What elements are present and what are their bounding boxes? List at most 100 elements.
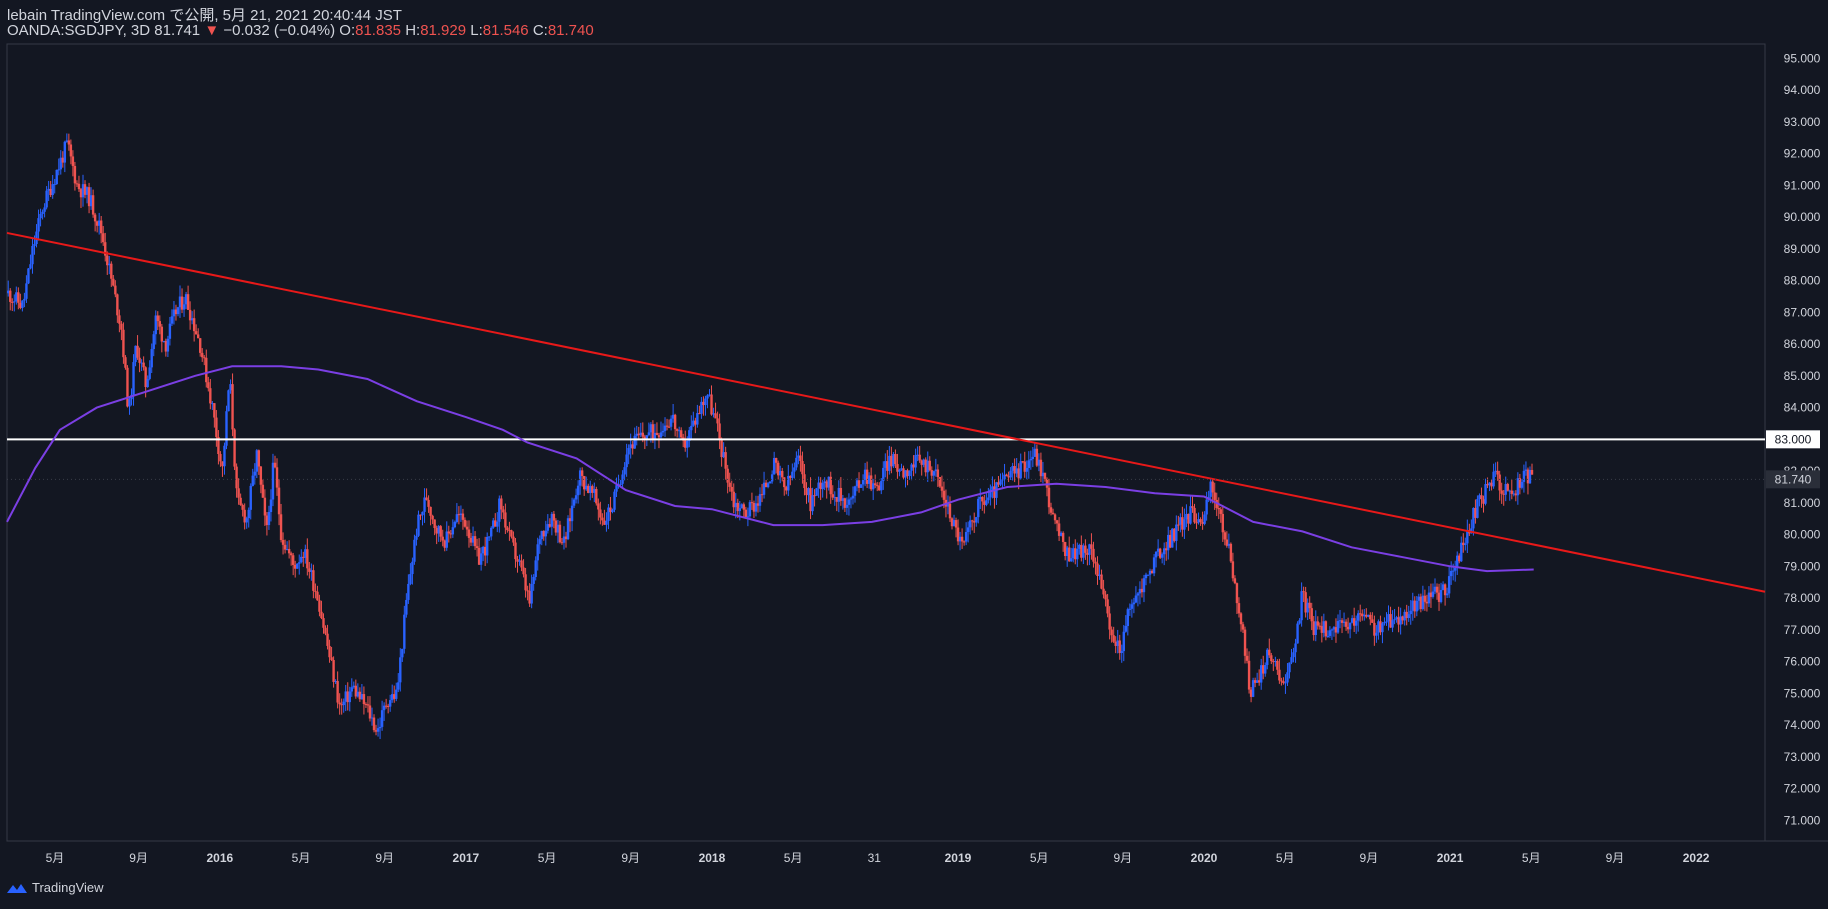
candle-body xyxy=(1049,507,1053,513)
candle-body xyxy=(932,471,936,476)
candle-body xyxy=(473,536,477,547)
candle-body xyxy=(267,512,271,526)
candle-body xyxy=(69,144,73,157)
candle-body xyxy=(55,169,58,185)
candle-body xyxy=(330,657,333,661)
candle-body xyxy=(595,488,598,504)
candle-body xyxy=(199,338,202,353)
candle-body xyxy=(225,411,228,446)
candle-body xyxy=(1108,613,1111,630)
candle-body xyxy=(1055,520,1059,524)
candle-body xyxy=(580,470,584,476)
candle-body xyxy=(372,717,376,731)
candle-body xyxy=(1288,662,1291,673)
candle-body xyxy=(613,491,616,510)
candle-body xyxy=(112,278,115,286)
candle-body xyxy=(1136,593,1140,596)
candle-body xyxy=(1270,655,1273,662)
price-axis[interactable]: 95.000 94.000 93.000 92.000 91.000 90.000 89.0… xyxy=(1766,51,1821,827)
candle-body xyxy=(1278,669,1281,681)
candle-body xyxy=(245,518,248,523)
candle-body xyxy=(142,362,145,368)
candle-body xyxy=(409,574,412,584)
time-tick: 5月 xyxy=(292,851,311,865)
candle-body xyxy=(1460,542,1463,562)
candle-body xyxy=(940,486,944,491)
candle-body xyxy=(679,430,683,438)
candle-body xyxy=(261,484,265,498)
time-tick: 2022 xyxy=(1683,851,1710,865)
candle-body xyxy=(223,445,226,467)
time-tick: 9月 xyxy=(1606,851,1625,865)
candle-body xyxy=(770,474,774,482)
price-tick: 95.000 xyxy=(1784,51,1821,65)
candle-body xyxy=(182,304,186,310)
candle-body xyxy=(768,481,772,484)
candle-body xyxy=(599,509,602,518)
candle-body xyxy=(298,562,301,564)
candle-body xyxy=(467,529,471,538)
candle-body xyxy=(667,426,671,428)
candle-body xyxy=(336,681,339,703)
candle-body xyxy=(1510,490,1513,494)
candle-body xyxy=(417,514,420,536)
candle-body xyxy=(1134,595,1138,603)
candle-body xyxy=(851,495,855,499)
candle-body xyxy=(269,499,273,513)
candle-body xyxy=(1298,620,1301,624)
candle-body xyxy=(441,536,444,541)
candle-body xyxy=(544,530,547,537)
candle-body xyxy=(522,567,525,575)
candle-body xyxy=(1354,620,1358,626)
candle-body xyxy=(724,452,727,469)
hline-price-label: 83.000 xyxy=(1775,432,1812,446)
candle-body xyxy=(338,702,341,705)
trendline[interactable] xyxy=(6,231,1766,593)
candle-body xyxy=(576,485,580,496)
tradingview-brand[interactable]: TradingView xyxy=(6,880,104,895)
candle-body xyxy=(512,536,515,543)
candle-body xyxy=(380,710,384,727)
candle-body xyxy=(257,450,261,467)
candle-body xyxy=(1199,519,1202,522)
brand-name: TradingView xyxy=(32,880,104,895)
price-tick: 92.000 xyxy=(1784,147,1821,161)
price-chart[interactable]: 95.000 94.000 93.000 92.000 91.000 90.000 89.0… xyxy=(0,0,1828,909)
candle-body xyxy=(502,509,505,513)
candle-body xyxy=(1464,543,1467,546)
candle-body xyxy=(271,462,275,500)
candle-body xyxy=(938,476,942,487)
candle-body xyxy=(403,614,406,649)
candle-body xyxy=(152,334,155,350)
time-axis[interactable]: 5月 9月 2016 5月 9月 2017 5月 9月 2018 5月 31 2019 5月 9月 2020… xyxy=(46,851,1710,865)
candle-body xyxy=(1094,561,1097,564)
candle-body xyxy=(710,394,713,415)
candle-body xyxy=(45,190,48,208)
time-tick: 9月 xyxy=(1360,851,1379,865)
candle-body xyxy=(53,184,56,186)
candle-body xyxy=(1484,484,1487,504)
candle-body xyxy=(1051,512,1055,515)
time-tick: 5月 xyxy=(1276,851,1295,865)
candle-body xyxy=(605,521,608,525)
candle-body xyxy=(791,471,794,478)
candle-body xyxy=(433,519,436,529)
price-tick: 78.000 xyxy=(1784,591,1821,605)
candle-body xyxy=(322,618,325,628)
time-tick: 9月 xyxy=(1113,851,1132,865)
candle-body xyxy=(1231,561,1235,579)
candle-body xyxy=(1268,649,1271,656)
candle-body xyxy=(136,345,139,358)
candle-body xyxy=(847,499,851,505)
candle-body xyxy=(176,307,180,315)
price-tick: 86.000 xyxy=(1784,337,1821,351)
candle-body xyxy=(1530,469,1534,475)
candle-body xyxy=(93,214,97,222)
candle-body xyxy=(421,511,424,516)
candle-body xyxy=(532,576,535,584)
candle-body xyxy=(730,486,733,492)
time-tick: 5月 xyxy=(538,851,557,865)
candle-body xyxy=(1344,621,1348,627)
candle-body xyxy=(114,285,117,295)
candle-body xyxy=(1092,548,1095,562)
